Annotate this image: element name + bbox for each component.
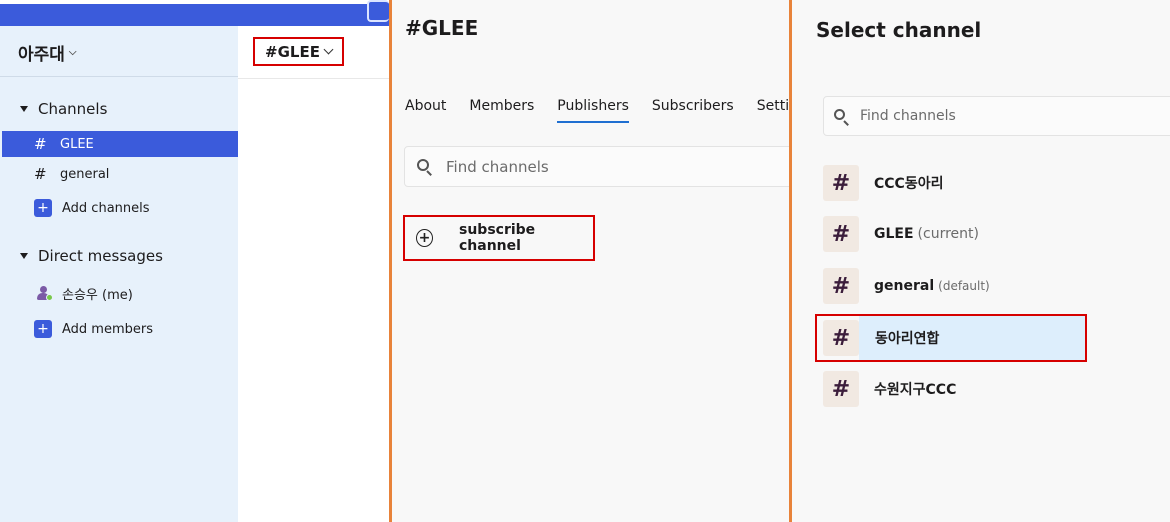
search-icon [834, 108, 849, 126]
sidebar: 아주대 ⌵ Channels # GLEE # general + Add ch… [0, 26, 238, 522]
hash-icon: # [823, 320, 859, 356]
sidebar-item-glee[interactable]: # GLEE [2, 131, 238, 157]
channel-title-button[interactable]: #GLEE [253, 37, 344, 66]
channel-option-suffix: (current) [917, 226, 979, 242]
online-status-icon [46, 294, 53, 301]
search-placeholder: Find channels [860, 108, 956, 124]
hash-icon: # [823, 371, 859, 407]
channel-title: #GLEE [265, 42, 320, 61]
workspace-name: 아주대 [18, 45, 65, 65]
dm-section-label: Direct messages [38, 247, 163, 265]
search-input[interactable]: Find channels [823, 96, 1170, 136]
channel-option-name: 동아리연합 [875, 331, 940, 347]
sidebar-item-dm-me[interactable]: 손승우 (me) [2, 280, 238, 306]
tab-publishers[interactable]: Publishers [557, 98, 629, 123]
sidebar-item-general[interactable]: # general [2, 161, 238, 187]
hash-icon: # [823, 165, 859, 201]
channel-option-name: CCC동아리 [874, 176, 944, 192]
tab-subscribers[interactable]: Subscribers [652, 98, 734, 123]
workspace-panel: 아주대 ⌵ Channels # GLEE # general + Add ch… [0, 0, 389, 522]
caret-down-icon [20, 106, 28, 112]
avatar [36, 285, 53, 301]
channel-option-general[interactable]: # general (default) [823, 267, 1087, 305]
search-input[interactable]: Find channels [404, 146, 789, 187]
channel-header-area: #GLEE [238, 26, 389, 522]
search-icon [417, 158, 433, 176]
select-channel-panel: Select channel Find channels # CCC동아리 # … [792, 0, 1170, 522]
page-title: #GLEE [405, 16, 479, 40]
add-members-label: Add members [62, 321, 153, 337]
tab-members[interactable]: Members [469, 98, 534, 123]
top-bar [0, 0, 389, 26]
sidebar-item-label: general [60, 166, 110, 182]
tab-bar: About Members Publishers Subscribers Set… [405, 98, 789, 123]
hash-icon: # [34, 165, 47, 183]
chevron-down-icon: ⌵ [68, 47, 77, 58]
chevron-down-icon [323, 44, 334, 55]
hash-icon: # [823, 216, 859, 252]
add-members-button[interactable]: + Add members [2, 316, 238, 342]
workspace-switcher[interactable]: 아주대 ⌵ [18, 40, 77, 65]
hash-icon: # [34, 135, 47, 153]
page-title: Select channel [816, 18, 982, 42]
add-circle-icon: + [416, 229, 433, 247]
channel-option-glee[interactable]: # GLEE (current) [823, 215, 1087, 253]
dm-section-toggle[interactable]: Direct messages [20, 247, 163, 265]
hash-icon: # [823, 268, 859, 304]
channels-section-toggle[interactable]: Channels [20, 100, 107, 118]
add-channels-label: Add channels [62, 200, 150, 216]
tab-about[interactable]: About [405, 98, 446, 123]
subscribe-channel-button[interactable]: + subscribe channel [403, 215, 595, 261]
subscribe-channel-label: subscribe channel [459, 222, 536, 254]
top-bar-button[interactable] [367, 0, 389, 22]
channel-option-name: GLEE [874, 226, 914, 242]
sidebar-divider [0, 76, 238, 77]
channel-option-name: general [874, 278, 935, 294]
channel-details-panel: #GLEE About Members Publishers Subscribe… [392, 0, 789, 522]
plus-icon: + [34, 320, 52, 338]
channel-option-ccc[interactable]: # CCC동아리 [823, 164, 1087, 202]
channel-option-suffix: (default) [938, 279, 990, 293]
plus-icon: + [34, 199, 52, 217]
add-channels-button[interactable]: + Add channels [2, 195, 238, 221]
header-divider [238, 78, 389, 79]
channel-option-club-union[interactable]: # 동아리연합 [815, 314, 1087, 362]
sidebar-item-label: 손승우 (me) [62, 287, 133, 303]
tab-settings[interactable]: Settings [757, 98, 789, 123]
channel-option-name: 수원지구CCC [874, 382, 957, 398]
channel-option-suwon-ccc[interactable]: # 수원지구CCC [823, 370, 1087, 408]
sidebar-item-label: GLEE [60, 136, 94, 152]
channels-section-label: Channels [38, 100, 108, 118]
caret-down-icon [20, 253, 28, 259]
search-placeholder: Find channels [446, 157, 549, 176]
